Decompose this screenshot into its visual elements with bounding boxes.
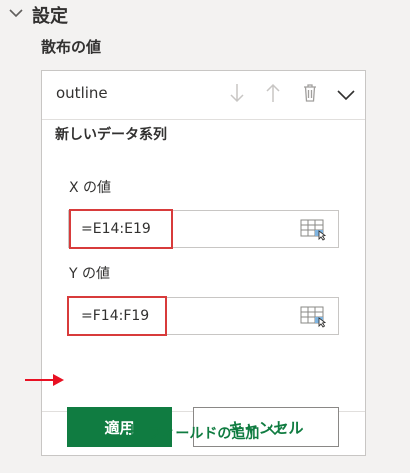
series-panel: outline 新しいデータ系列 X の値 =E14:E19 Y の値 =F14…	[41, 70, 366, 456]
add-field-label: フィールドの追加	[147, 426, 260, 442]
chevron-down-icon	[267, 425, 283, 441]
new-series-box: 新しいデータ系列 X の値 =E14:E19 Y の値 =F14:F19 適用 …	[42, 119, 365, 447]
delete-icon[interactable]	[302, 82, 318, 108]
x-values-input[interactable]: =E14:E19	[68, 209, 339, 249]
chevron-down-icon[interactable]	[337, 86, 355, 105]
y-values-input[interactable]: =F14:F19	[67, 296, 339, 336]
range-select-icon[interactable]	[300, 306, 328, 332]
series-row[interactable]: outline	[42, 71, 365, 120]
series-name: outline	[56, 84, 108, 102]
move-up-icon[interactable]	[264, 82, 282, 108]
scatter-values-label: 散布の値	[41, 38, 102, 56]
settings-section-header[interactable]: 設定	[8, 0, 68, 30]
y-values-text: =F14:F19	[81, 308, 150, 324]
arrow-right-icon	[25, 372, 65, 391]
y-values-label: Y の値	[69, 266, 111, 282]
add-field-button[interactable]: フィールドの追加	[42, 411, 365, 455]
chevron-down-icon	[8, 5, 24, 25]
section-title: 設定	[32, 6, 68, 27]
move-down-icon[interactable]	[228, 82, 246, 108]
plus-icon	[124, 423, 140, 443]
x-values-label: X の値	[69, 180, 112, 196]
range-select-icon[interactable]	[300, 219, 328, 245]
x-values-text: =E14:E19	[81, 221, 151, 237]
new-series-title: 新しいデータ系列	[55, 127, 167, 143]
